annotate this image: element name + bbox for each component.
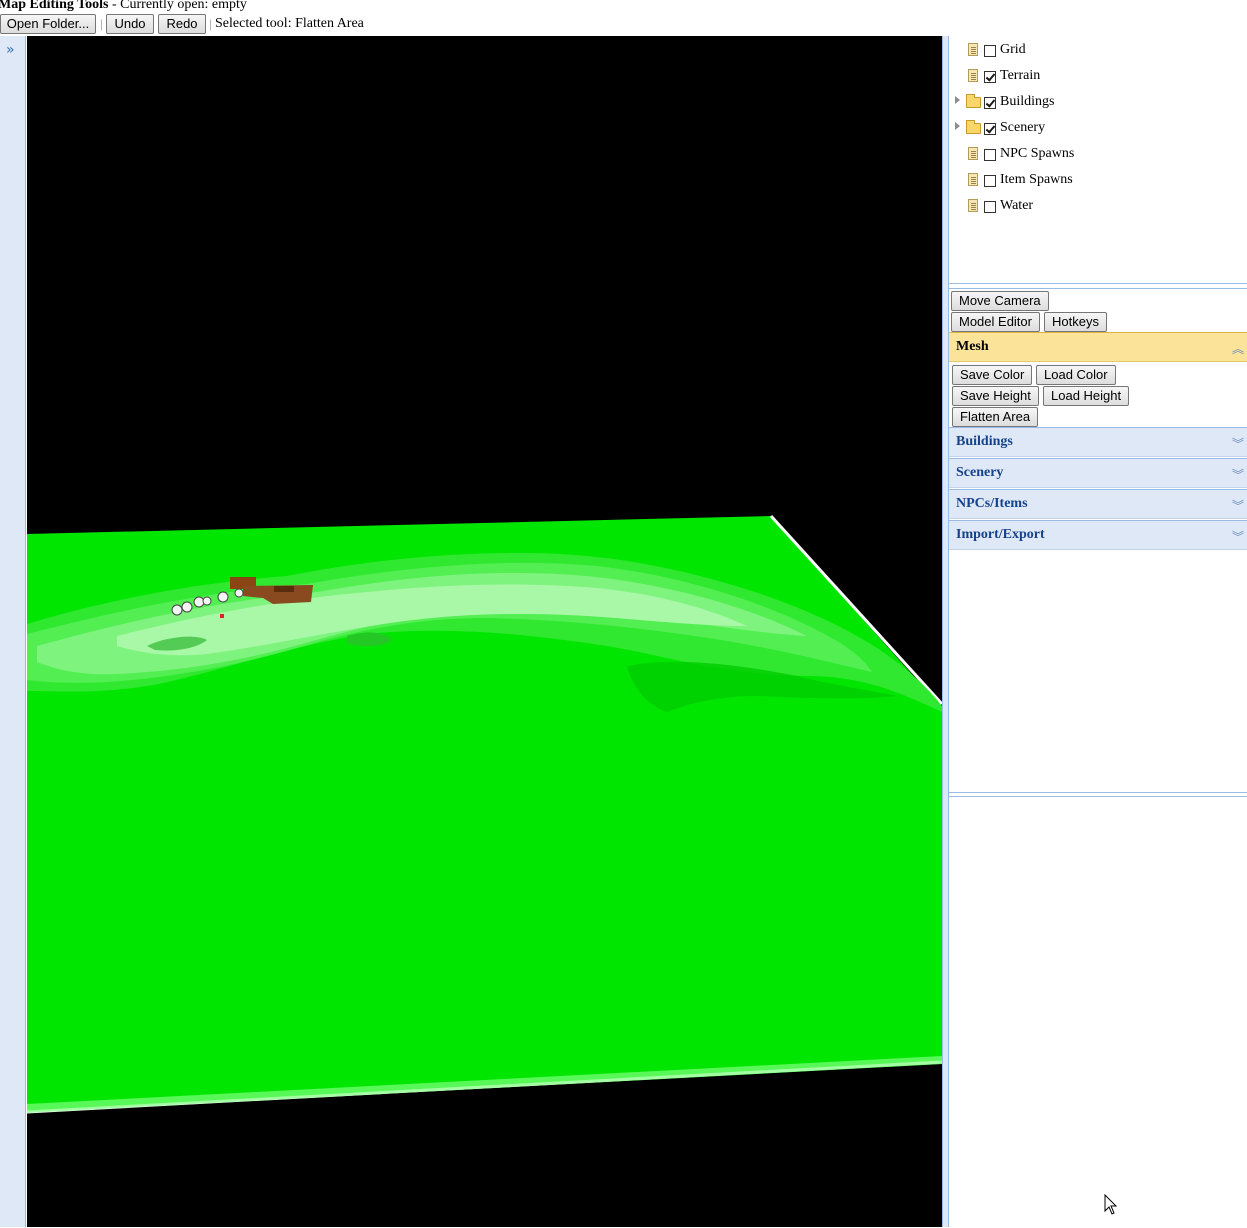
hotkeys-button[interactable]: Hotkeys <box>1044 312 1107 332</box>
layer-checkbox-item-spawns[interactable] <box>984 175 996 187</box>
building-detail <box>274 586 294 592</box>
layer-item-item-spawns[interactable]: Item Spawns <box>949 169 1247 191</box>
chevron-down-icon[interactable]: ︾ <box>1232 435 1244 452</box>
tools-panel: Move Camera Model Editor Hotkeys Mesh ︽ … <box>949 288 1247 793</box>
save-height-button[interactable]: Save Height <box>952 386 1039 406</box>
file-icon <box>968 173 978 186</box>
terrain-render <box>27 514 942 1114</box>
section-mesh-header[interactable]: Mesh ︽ <box>949 332 1247 362</box>
properties-pane <box>949 796 1247 1228</box>
collapsed-west-panel: » <box>0 36 26 1227</box>
layer-checkbox-grid[interactable] <box>984 45 996 57</box>
layer-checkbox-buildings[interactable] <box>984 97 996 109</box>
chevron-down-icon[interactable]: ︾ <box>1232 497 1244 514</box>
layer-label: Scenery <box>1000 120 1046 135</box>
layer-checkbox-npc-spawns[interactable] <box>984 149 996 161</box>
section-scenery-header[interactable]: Scenery ︾ <box>949 458 1247 488</box>
folder-icon <box>966 94 981 108</box>
layer-item-grid[interactable]: Grid <box>949 39 1247 61</box>
toolbar-separator: | <box>100 16 103 31</box>
redo-button[interactable]: Redo <box>158 14 206 34</box>
chevron-down-icon[interactable]: ︾ <box>1232 528 1244 545</box>
section-title: Buildings <box>956 434 1013 449</box>
expand-arrow-icon[interactable] <box>955 122 960 130</box>
move-camera-button[interactable]: Move Camera <box>951 291 1049 311</box>
model-editor-button[interactable]: Model Editor <box>951 312 1040 332</box>
section-title: Mesh <box>956 339 989 354</box>
section-title: Import/Export <box>956 527 1045 542</box>
mouse-cursor-icon <box>1104 1194 1118 1215</box>
undo-button[interactable]: Undo <box>106 14 154 34</box>
layer-checkbox-water[interactable] <box>984 201 996 213</box>
section-buildings-header[interactable]: Buildings ︾ <box>949 427 1247 457</box>
section-title: Scenery <box>956 465 1004 480</box>
layer-label: Water <box>1000 198 1034 213</box>
selected-tool-status: Selected tool: Flatten Area <box>215 16 364 31</box>
layer-checkbox-scenery[interactable] <box>984 123 996 135</box>
load-height-button[interactable]: Load Height <box>1043 386 1130 406</box>
layer-label: NPC Spawns <box>1000 146 1075 161</box>
layer-item-scenery[interactable]: Scenery <box>949 117 1247 139</box>
chevron-up-icon[interactable]: ︽ <box>1232 340 1244 357</box>
east-panel: Grid Terrain Buildings Scenery NPC Spawn… <box>949 36 1247 1228</box>
layer-label: Item Spawns <box>1000 172 1073 187</box>
expand-arrow-icon[interactable] <box>955 96 960 104</box>
flatten-area-button[interactable]: Flatten Area <box>952 407 1039 427</box>
file-icon <box>968 199 978 212</box>
map-3d-viewport[interactable] <box>27 36 942 1227</box>
section-npcs-items-header[interactable]: NPCs/Items ︾ <box>949 489 1247 519</box>
layer-label: Buildings <box>1000 94 1055 109</box>
app-title: Map Editing Tools <box>0 0 109 12</box>
load-color-button[interactable]: Load Color <box>1036 365 1116 385</box>
window-title: Map Editing Tools - Currently open: empt… <box>0 0 247 13</box>
layer-item-buildings[interactable]: Buildings <box>949 91 1247 113</box>
section-title: NPCs/Items <box>956 496 1028 511</box>
toolbar: Open Folder... | Undo Redo | Selected to… <box>0 14 1247 35</box>
layer-checkbox-terrain[interactable] <box>984 71 996 83</box>
layer-label: Terrain <box>1000 68 1041 83</box>
npc-marker <box>220 614 224 618</box>
title-separator: - <box>108 0 121 12</box>
chevron-down-icon[interactable]: ︾ <box>1232 466 1244 483</box>
layer-item-npc-spawns[interactable]: NPC Spawns <box>949 143 1247 165</box>
file-icon <box>968 147 978 160</box>
section-import-export-header[interactable]: Import/Export ︾ <box>949 520 1247 550</box>
file-icon <box>968 43 978 56</box>
file-icon <box>968 69 978 82</box>
open-folder-button[interactable]: Open Folder... <box>0 14 96 34</box>
panel-splitter[interactable] <box>942 36 949 1227</box>
layer-label: Grid <box>1000 42 1026 57</box>
folder-icon <box>966 120 981 134</box>
double-chevron-right-icon[interactable]: » <box>6 42 15 58</box>
layer-tree: Grid Terrain Buildings Scenery NPC Spawn… <box>949 36 1247 284</box>
save-color-button[interactable]: Save Color <box>952 365 1033 385</box>
layer-item-terrain[interactable]: Terrain <box>949 65 1247 87</box>
layer-item-water[interactable]: Water <box>949 195 1247 217</box>
toolbar-separator: | <box>209 16 212 31</box>
open-status: Currently open: empty <box>120 0 247 12</box>
